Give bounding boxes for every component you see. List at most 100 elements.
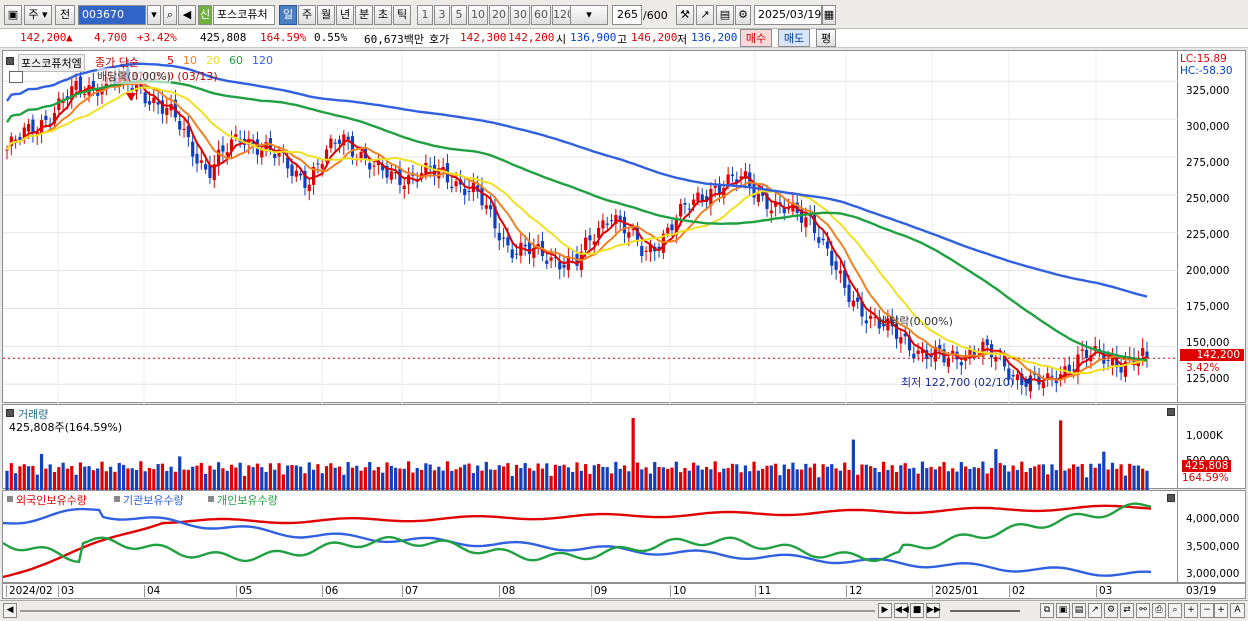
scroll-left-icon[interactable]: ◀ — [3, 603, 17, 618]
volume-bar — [9, 463, 13, 490]
zoom-in-icon[interactable]: + — [1214, 603, 1228, 618]
interval-tab[interactable]: 3 — [434, 5, 450, 25]
close-icon[interactable] — [1167, 408, 1175, 416]
interval-tab[interactable]: 10 — [468, 5, 488, 25]
stock-code-input[interactable]: 003670 — [78, 5, 146, 25]
volume-bar — [856, 474, 860, 490]
price-tick: 200,000 — [1186, 265, 1230, 277]
period-tab[interactable]: 틱 — [393, 5, 411, 25]
volume-bar — [109, 466, 113, 490]
interval-tab[interactable]: 20 — [489, 5, 509, 25]
open-label: 시 — [556, 33, 567, 46]
buy-button[interactable]: 매수 — [740, 29, 772, 47]
zoom-out-icon[interactable]: − — [1200, 603, 1214, 618]
volume-panel[interactable]: 거래량 425,808주(164.59%) — [2, 404, 1178, 490]
candle-body — [1046, 373, 1050, 378]
interval-tab[interactable]: 5 — [451, 5, 467, 25]
volume-bar — [1076, 466, 1080, 490]
font-size-icon[interactable]: A — [1230, 603, 1245, 618]
volume-bar — [415, 467, 419, 490]
gear-icon[interactable]: ⚙ — [735, 5, 751, 25]
period-tab[interactable]: 초 — [374, 5, 392, 25]
volume-bar — [152, 469, 156, 490]
settings-icon[interactable]: ⚙ — [1104, 603, 1118, 618]
layout-icon[interactable]: ▣ — [4, 5, 22, 25]
volume-bar — [661, 467, 665, 490]
volume-bar — [57, 467, 61, 490]
play-icon[interactable]: ▶ — [878, 603, 892, 618]
copy-icon[interactable]: ⧉ — [1040, 603, 1054, 618]
crosshair-icon[interactable]: + — [1184, 603, 1198, 618]
interval-tab[interactable]: 1 — [417, 5, 433, 25]
volume-bar — [1115, 468, 1119, 490]
volume-bar — [894, 471, 899, 490]
volume-bar — [700, 469, 704, 490]
volume-bar — [946, 471, 950, 490]
holding-axis: 4,000,000 3,500,000 3,000,000 — [1178, 490, 1246, 583]
candle-body — [588, 235, 592, 241]
volume-bar — [756, 470, 760, 490]
count-input[interactable]: 265 — [612, 5, 642, 25]
candle-body — [299, 173, 303, 176]
volume-bar — [1106, 469, 1110, 490]
price-panel[interactable]: 포스코퓨처엠 종가 단순 5102060120 최고 3??,000 (03/1… — [2, 50, 1179, 404]
search-icon[interactable]: ⌕ — [1168, 603, 1182, 618]
panel-menu-icon[interactable] — [6, 57, 14, 65]
date-input[interactable]: 2025/03/19 — [754, 5, 822, 25]
close-icon[interactable] — [1167, 494, 1175, 502]
ma-period-label: 5 — [167, 54, 174, 67]
market-select[interactable]: 주 ▾ — [24, 5, 52, 25]
chart-icon[interactable]: ↗ — [1088, 603, 1102, 618]
print-icon[interactable]: ⎙ — [1152, 603, 1166, 618]
volume-bar — [907, 468, 912, 490]
candle-body — [501, 237, 506, 239]
draw-icon[interactable]: ↗ — [696, 5, 714, 25]
holding-tick: 3,000,000 — [1186, 568, 1240, 580]
volume-bar — [1093, 467, 1097, 490]
candle-body — [519, 242, 523, 256]
volume-bar — [454, 469, 458, 490]
candle-body — [78, 76, 83, 92]
tools-icon[interactable]: ⚒ — [676, 5, 694, 25]
panel-menu-icon[interactable] — [6, 409, 14, 417]
candle-body — [1050, 375, 1054, 377]
rewind-icon[interactable]: ◀◀ — [894, 603, 909, 618]
period-tab[interactable]: 월 — [317, 5, 335, 25]
sell-button[interactable]: 매도 — [778, 29, 810, 47]
stop-icon[interactable]: ■ — [910, 603, 924, 618]
period-tab[interactable]: 주 — [298, 5, 316, 25]
grid-icon[interactable] — [9, 71, 23, 83]
volume-bar — [216, 462, 221, 490]
period-tab[interactable]: 분 — [355, 5, 373, 25]
holding-panel[interactable]: 외국인보유수량 기관보유수량 개인보유수량 — [2, 490, 1178, 583]
link-icon[interactable]: ⚯ — [1136, 603, 1150, 618]
volume-bar — [925, 468, 929, 490]
save-icon[interactable]: ▤ — [716, 5, 734, 25]
volume-bar — [562, 464, 566, 490]
search-icon[interactable]: ▾ — [147, 5, 161, 25]
volume-bar — [450, 470, 454, 490]
interval-tab[interactable]: 60 — [531, 5, 551, 25]
period-tab[interactable]: 일 — [279, 5, 297, 25]
price-tick: 325,000 — [1186, 85, 1230, 97]
speaker-icon[interactable]: ◀ — [178, 5, 196, 25]
interval-tab[interactable]: 30 — [510, 5, 530, 25]
volume-bar — [260, 467, 264, 490]
zoom-slider[interactable] — [950, 610, 1020, 612]
compare-icon[interactable]: ⇄ — [1120, 603, 1134, 618]
calendar-icon[interactable]: ▦ — [822, 5, 836, 25]
volume-bar — [65, 468, 70, 490]
candle-body — [333, 142, 337, 144]
layout-icon[interactable]: ▣ — [1056, 603, 1070, 618]
eval-button[interactable]: 평 — [816, 29, 836, 47]
prev-button[interactable]: 전 — [55, 5, 75, 25]
interval-dropdown[interactable]: ▾ — [570, 5, 608, 25]
volume-bar — [851, 439, 855, 490]
layout-icon[interactable]: ▤ — [1072, 603, 1086, 618]
search-icon[interactable]: ⌕ — [163, 5, 177, 25]
period-tab[interactable]: 년 — [336, 5, 354, 25]
volume-bar — [1071, 464, 1076, 490]
scroll-track[interactable] — [20, 610, 875, 612]
volume-bar — [372, 470, 376, 490]
forward-icon[interactable]: ▶▶ — [926, 603, 941, 618]
